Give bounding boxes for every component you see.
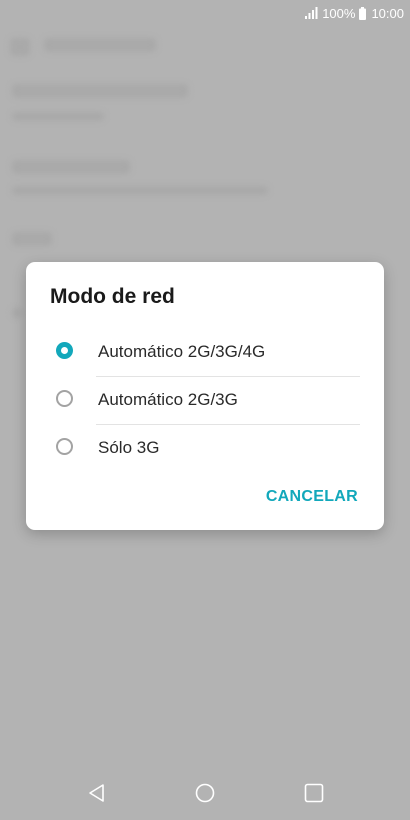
background-blur-shape xyxy=(12,84,188,98)
navigation-bar xyxy=(0,766,410,820)
option-only-3g[interactable]: Sólo 3G xyxy=(26,424,384,472)
home-icon xyxy=(195,783,215,803)
radio-checked-icon[interactable] xyxy=(56,342,73,359)
background-blur-shape xyxy=(12,186,268,195)
radio-unchecked-icon[interactable] xyxy=(56,390,73,407)
recents-icon xyxy=(304,783,324,803)
back-button[interactable] xyxy=(86,782,108,804)
radio-unchecked-icon[interactable] xyxy=(56,438,73,455)
background-blur-shape xyxy=(44,38,156,52)
network-mode-dialog: Modo de red Automático 2G/3G/4G Automáti… xyxy=(26,262,384,530)
dialog-title: Modo de red xyxy=(50,285,175,308)
option-label: Automático 2G/3G xyxy=(98,390,238,409)
cancel-button[interactable]: CANCELAR xyxy=(266,488,358,506)
option-label: Sólo 3G xyxy=(98,438,160,457)
background-blur-shape xyxy=(10,38,30,56)
option-label: Automático 2G/3G/4G xyxy=(98,342,266,361)
back-icon xyxy=(89,784,104,802)
network-mode-options: Automático 2G/3G/4G Automático 2G/3G Sól… xyxy=(26,328,384,472)
home-button[interactable] xyxy=(194,782,216,804)
option-automatic-2g-3g-4g[interactable]: Automático 2G/3G/4G xyxy=(26,328,384,376)
recents-button[interactable] xyxy=(303,782,325,804)
background-blur-shape xyxy=(12,112,104,121)
option-automatic-2g-3g[interactable]: Automático 2G/3G xyxy=(26,376,384,424)
signal-icon xyxy=(305,7,318,19)
background-blur-shape xyxy=(12,232,52,246)
background-blur-shape xyxy=(12,160,130,174)
clock: 10:00 xyxy=(371,5,404,21)
status-indicators: 100% 10:00 xyxy=(305,5,404,21)
battery-icon xyxy=(359,6,367,20)
battery-percent: 100% xyxy=(322,5,356,21)
background-blur-shape xyxy=(12,308,22,318)
status-bar: 100% 10:00 xyxy=(0,0,410,26)
